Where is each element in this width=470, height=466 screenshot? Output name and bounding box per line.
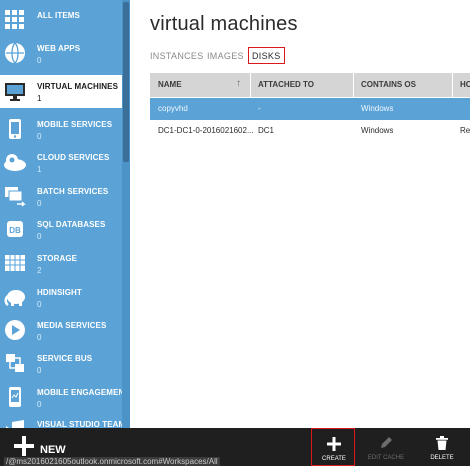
column-divider [250,73,251,97]
column-header-attached-to[interactable]: ATTACHED TO [258,80,314,89]
sidebar-item-count: 0 [37,56,42,65]
sidebar-item-storage[interactable]: STORAGE 2 [0,247,122,280]
edit-cache-button[interactable]: EDIT CACHE [364,428,408,466]
globe-icon [3,41,27,65]
sidebar-item-mobile-engagement[interactable]: MOBILE ENGAGEMENT 0 [0,381,129,414]
table-row[interactable]: DC1-DC1-0-2016021602... DC1 Windows Re [150,120,470,142]
sidebar-item-virtual-machines[interactable]: VIRTUAL MACHINES 1 [0,75,130,108]
tab-images[interactable]: IMAGES [207,51,244,61]
edit-cache-button-label: EDIT CACHE [367,455,405,461]
sidebar-item-count: 0 [37,400,42,409]
table-header: NAME ↑ ATTACHED TO CONTAINS OS HO [150,73,470,97]
plus-icon [14,436,34,456]
sidebar-item-mobile-services[interactable]: MOBILE SERVICES 0 [0,113,122,146]
sidebar-item-count: 0 [37,300,42,309]
sidebar-scrollbar[interactable] [122,0,130,428]
sidebar-item-media-services[interactable]: MEDIA SERVICES 0 [0,314,122,347]
cell-name: copyvhd [158,104,188,113]
sidebar-item-label: VIRTUAL MACHINES [37,82,119,91]
cell-attached-to: DC1 [258,126,275,135]
sidebar-item-count: 2 [37,266,42,275]
sidebar-item-label: WEB APPS [37,44,81,53]
phone-icon [3,117,27,141]
sidebar-item-count: 0 [37,366,42,375]
tab-instances[interactable]: INSTANCES [150,51,204,61]
storage-icon [3,251,27,275]
page-title: virtual machines [150,13,298,35]
pencil-icon [364,434,408,452]
cell-contains-os: Windows [361,126,394,135]
sidebar-item-label: HDINSIGHT [37,288,82,297]
sidebar-item-label: MEDIA SERVICES [37,321,107,330]
service-bus-icon [3,351,27,375]
sidebar-item-label: STORAGE [37,254,78,263]
grid-icon [3,8,27,32]
database-icon: DB [3,217,27,241]
sidebar-item-count: 0 [37,132,42,141]
delete-button[interactable]: DELETE [420,428,464,466]
svg-text:DB: DB [9,226,21,235]
gear-cloud-icon [3,150,27,174]
cell-name: DC1-DC1-0-2016021602... [158,126,254,135]
sidebar-item-label: SQL DATABASES [37,220,106,229]
media-icon [3,318,27,342]
tab-disks[interactable]: DISKS [248,47,285,64]
sidebar-scroll-thumb[interactable] [123,2,129,162]
create-button-label: CREATE [322,456,346,462]
sidebar-item-count: 0 [37,199,42,208]
command-bar: NEW /@ms2016021605outlook.onmicrosoft.co… [0,428,470,466]
sidebar-item-cloud-services[interactable]: CLOUD SERVICES 1 [0,146,122,179]
batch-icon [3,184,27,208]
sidebar-item-count: 1 [37,94,42,103]
delete-button-label: DELETE [430,455,454,461]
sidebar-item-visual-studio-team-services[interactable]: VISUAL STUDIO TEAM S... [0,413,130,428]
trash-icon [420,434,464,452]
sidebar-item-label: MOBILE SERVICES [37,120,113,129]
sidebar-item-count: 1 [37,165,42,174]
create-button[interactable]: CREATE [311,428,355,466]
sidebar-item-label: BATCH SERVICES [37,187,109,196]
main-content: virtual machines INSTANCES IMAGES DISKS … [130,0,470,428]
sidebar-item-count: 0 [37,333,42,342]
sidebar-item-service-bus[interactable]: SERVICE BUS 0 [0,347,122,380]
status-url: /@ms2016021605outlook.onmicrosoft.com#Wo… [4,457,220,466]
sidebar-item-sql-databases[interactable]: DB SQL DATABASES 0 [0,213,122,246]
column-divider [452,73,453,97]
sort-ascending-icon[interactable]: ↑ [236,78,241,89]
new-button-label: NEW [40,444,66,456]
visual-studio-icon [3,417,27,428]
monitor-icon [3,79,27,103]
sidebar-item-web-apps[interactable]: WEB APPS 0 [0,37,122,70]
cell-attached-to: - [258,104,261,113]
column-header-contains-os[interactable]: CONTAINS OS [361,80,416,89]
sidebar-item-label: MOBILE ENGAGEMENT [37,388,130,397]
sidebar-item-count: 0 [37,232,42,241]
plus-icon [312,435,356,453]
sidebar-item-all-items[interactable]: ALL ITEMS [0,4,122,37]
column-divider [353,73,354,97]
column-header-name[interactable]: NAME [158,80,182,89]
engagement-icon [3,385,27,409]
cell-host: Re [460,126,470,135]
sidebar-item-label: ALL ITEMS [37,11,80,20]
sidebar-item-hdinsight[interactable]: HDINSIGHT 0 [0,281,122,314]
sidebar-item-batch-services[interactable]: BATCH SERVICES 0 [0,180,122,213]
table-row[interactable]: copyvhd - Windows [150,98,470,120]
column-header-host[interactable]: HO [460,80,470,89]
sidebar-item-label: VISUAL STUDIO TEAM S... [37,420,130,428]
cell-contains-os: Windows [361,104,394,113]
elephant-icon [3,285,27,309]
sidebar-item-label: CLOUD SERVICES [37,153,110,162]
sidebar-item-label: SERVICE BUS [37,354,93,363]
sidebar: ALL ITEMS WEB APPS 0 VIRTUAL MACHINES 1 … [0,0,130,428]
